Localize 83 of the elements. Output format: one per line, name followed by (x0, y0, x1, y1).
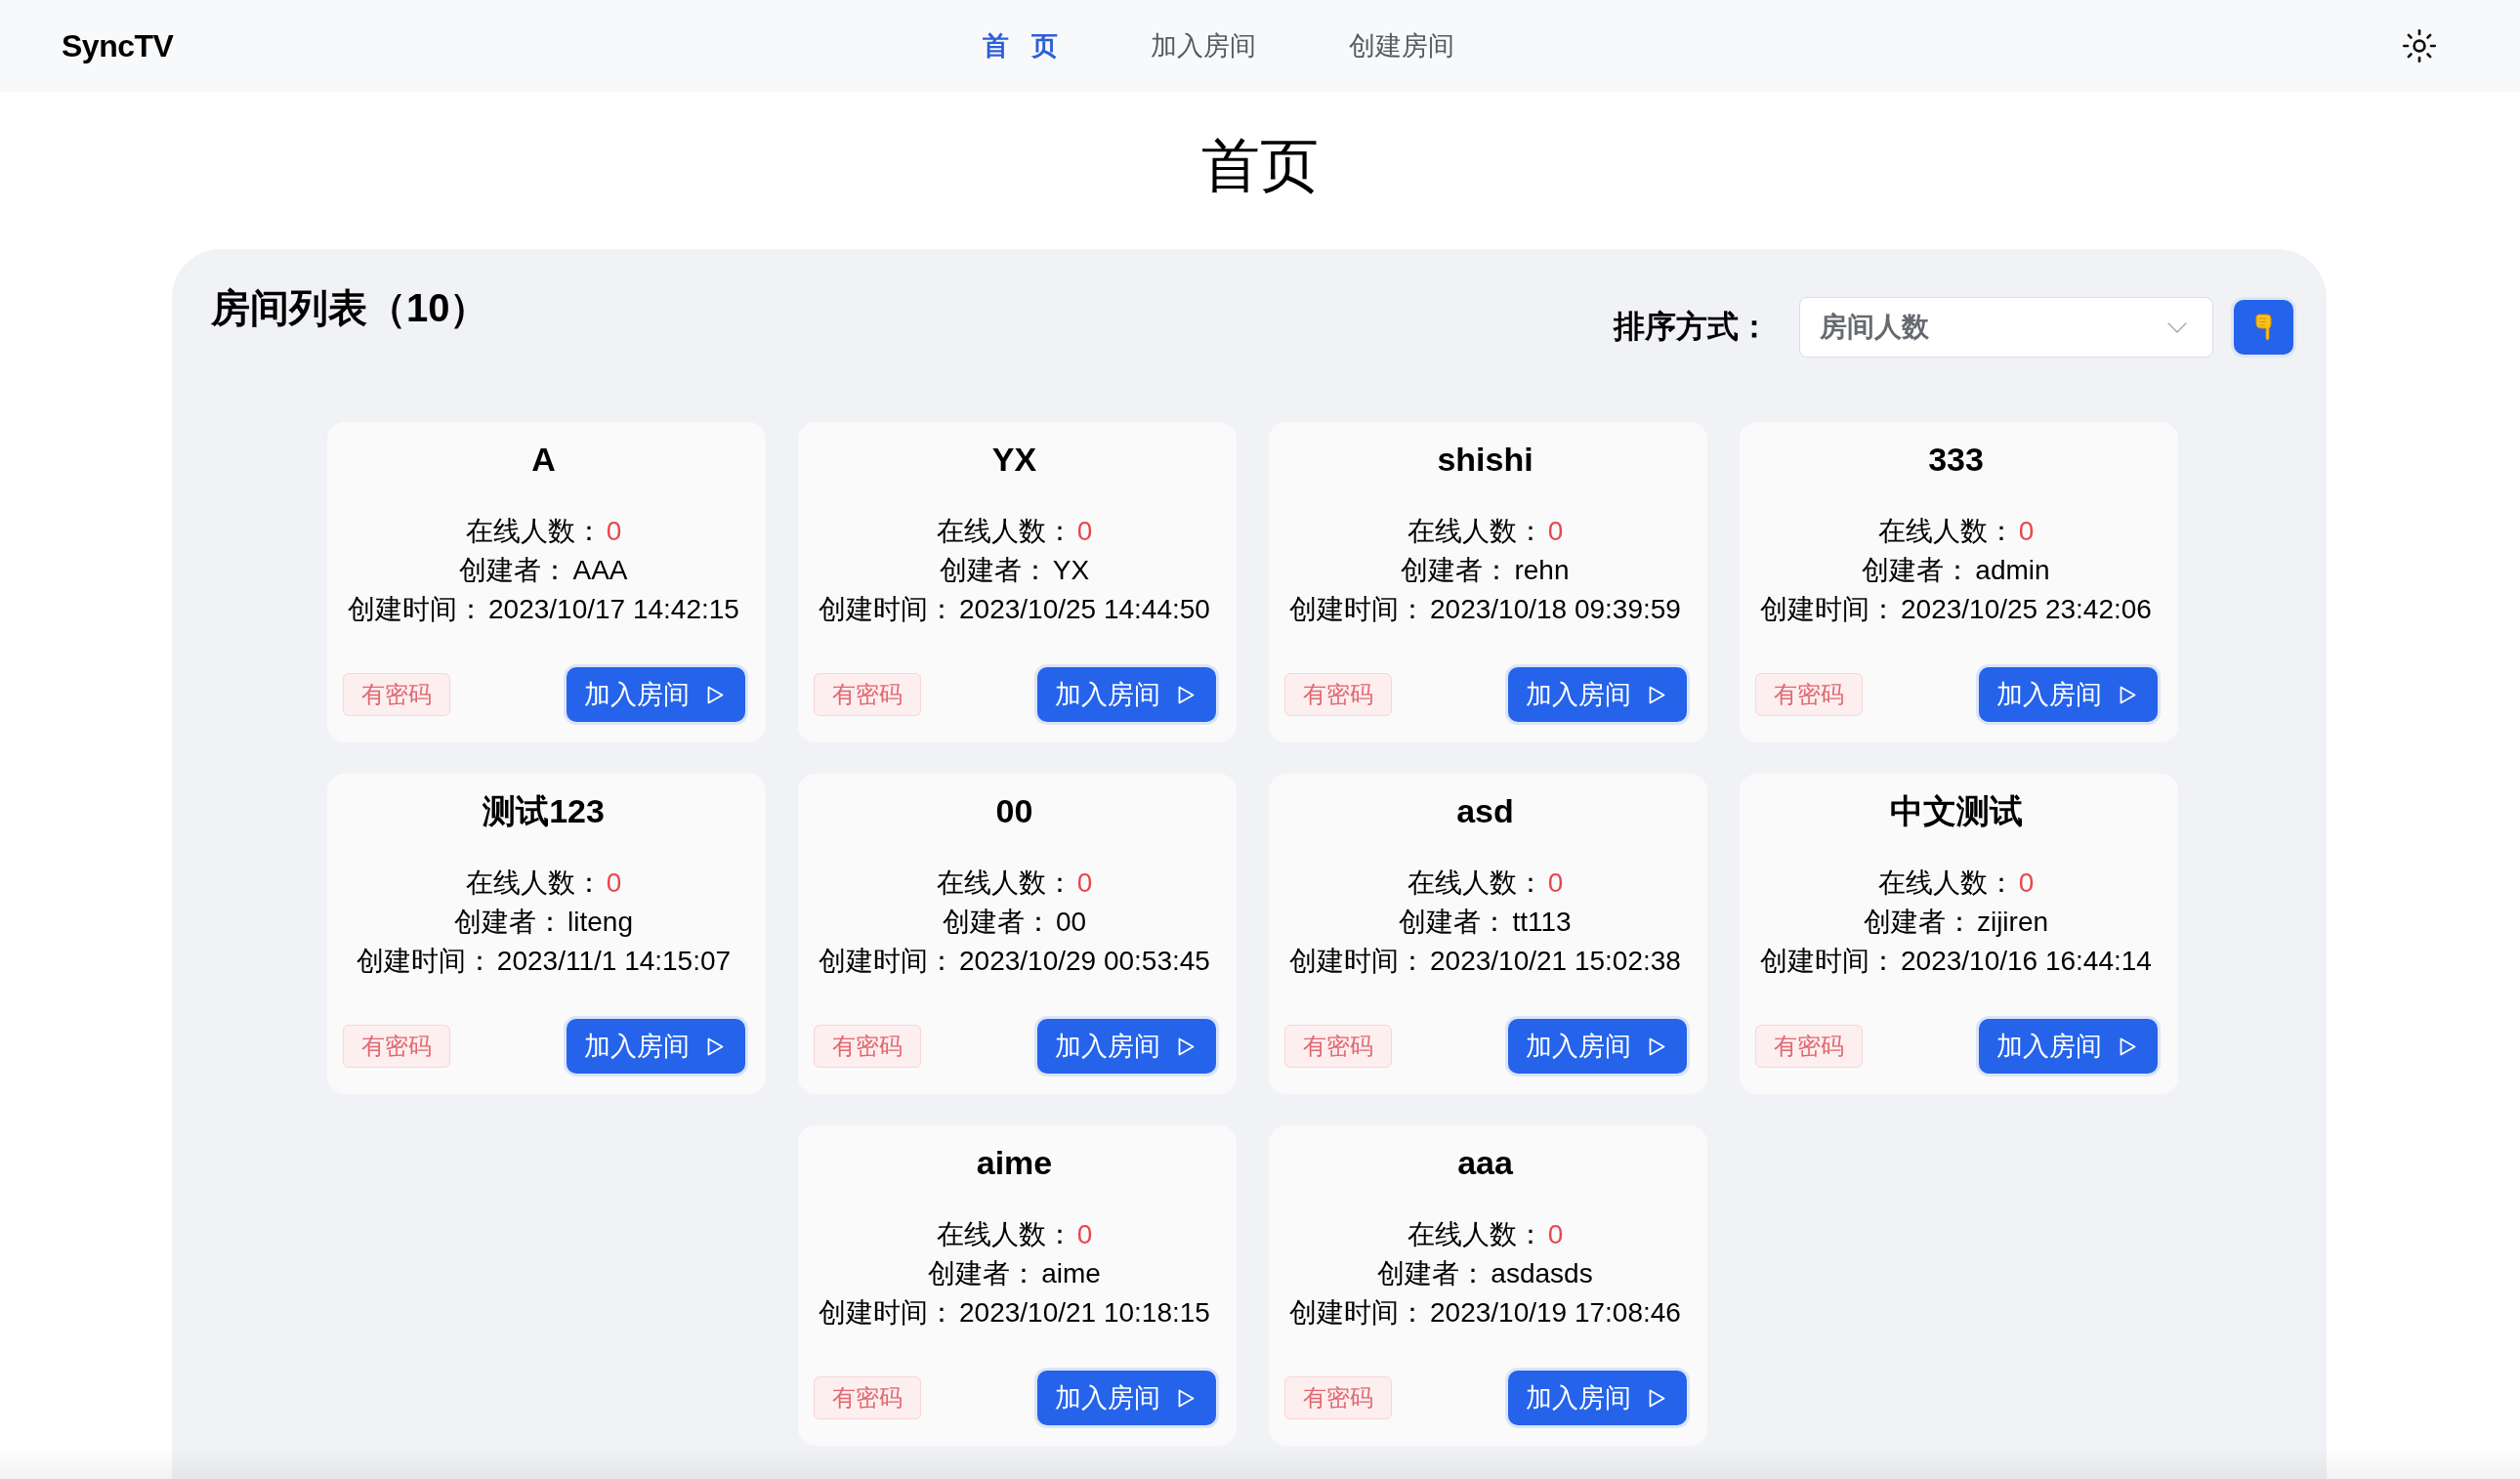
nav-link[interactable]: 首 页 (983, 28, 1058, 63)
creator-text: 创建者：00 (942, 906, 1087, 939)
online-count-text: 在线人数：0 (465, 866, 622, 900)
play-icon (1648, 1036, 1665, 1056)
join-room-button[interactable]: 加入房间 (1507, 667, 1687, 722)
play-icon (1648, 1388, 1665, 1408)
join-room-button[interactable]: 加入房间 (566, 1019, 745, 1074)
creator-text: 创建者：aime (928, 1257, 1101, 1290)
creator-text: 创建者：YX (939, 554, 1090, 587)
join-room-button[interactable]: 加入房间 (1507, 1371, 1687, 1425)
creator-text: 创建者：liteng (454, 906, 633, 939)
play-icon (1648, 685, 1665, 704)
room-name: 中文测试 (1889, 791, 2023, 831)
room-name: YX (991, 440, 1037, 480)
creator-text: 创建者：asdasds (1377, 1257, 1593, 1290)
join-room-button[interactable]: 加入房间 (566, 667, 745, 722)
room-name: aime (976, 1143, 1053, 1183)
play-icon (2119, 1036, 2136, 1056)
room-name: 333 (1928, 440, 1984, 480)
play-icon (1177, 1036, 1195, 1056)
password-tag: 有密码 (1754, 1025, 1863, 1068)
room-name: aaa (1457, 1143, 1513, 1183)
join-room-button[interactable]: 加入房间 (1978, 1019, 2158, 1074)
online-count-text: 在线人数：0 (936, 866, 1093, 900)
logo: SyncTV (62, 27, 174, 64)
sort-select[interactable]: 房间人数 (1799, 297, 2213, 358)
created-time-text: 创建时间：2023/10/19 17:08:46 (1289, 1296, 1681, 1330)
online-count-text: 在线人数：0 (465, 515, 622, 548)
password-tag: 有密码 (1283, 673, 1392, 716)
created-time-text: 创建时间：2023/10/25 23:42:06 (1760, 593, 2152, 626)
online-count-text: 在线人数：0 (936, 515, 1093, 548)
page-title: 首页 (1200, 132, 1320, 200)
creator-text: 创建者：tt113 (1399, 906, 1572, 939)
join-room-button[interactable]: 加入房间 (1978, 667, 2158, 722)
nav-link[interactable]: 加入房间 (1150, 28, 1256, 63)
created-time-text: 创建时间：2023/10/21 15:02:38 (1289, 945, 1681, 978)
join-room-button[interactable]: 加入房间 (1036, 667, 1216, 722)
created-time-text: 创建时间：2023/11/1 14:15:07 (356, 945, 732, 978)
password-tag: 有密码 (1283, 1376, 1392, 1419)
room-name: shishi (1437, 440, 1533, 480)
room-list-title: 房间列表（10） (211, 285, 489, 331)
password-tag: 有密码 (813, 673, 921, 716)
room-name: 测试123 (483, 791, 605, 831)
created-time-text: 创建时间：2023/10/16 16:44:14 (1760, 945, 2152, 978)
creator-text: 创建者：AAA (459, 554, 628, 587)
join-room-button[interactable]: 加入房间 (1507, 1019, 1687, 1074)
online-count-text: 在线人数：0 (1407, 1218, 1564, 1251)
creator-text: 创建者：admin (1862, 554, 2050, 587)
password-tag: 有密码 (342, 673, 450, 716)
password-tag: 有密码 (1283, 1025, 1392, 1068)
online-count-text: 在线人数：0 (936, 1218, 1093, 1251)
play-icon (2119, 685, 2136, 704)
password-tag: 有密码 (813, 1025, 921, 1068)
created-time-text: 创建时间：2023/10/17 14:42:15 (348, 593, 739, 626)
password-tag: 有密码 (1754, 673, 1863, 716)
pointing-hand-icon (2253, 314, 2274, 341)
play-icon (1177, 685, 1195, 704)
created-time-text: 创建时间：2023/10/29 00:53:45 (819, 945, 1210, 978)
sort-order-button[interactable] (2234, 300, 2293, 355)
creator-text: 创建者：rehn (1401, 554, 1570, 587)
play-icon (1177, 1388, 1195, 1408)
created-time-text: 创建时间：2023/10/25 14:44:50 (819, 593, 1210, 626)
room-name: A (531, 440, 556, 480)
creator-text: 创建者：zijiren (1863, 906, 2049, 939)
online-count-text: 在线人数：0 (1407, 866, 1564, 900)
join-room-button[interactable]: 加入房间 (1036, 1019, 1216, 1074)
join-room-button[interactable]: 加入房间 (1036, 1371, 1216, 1425)
sort-label: 排序方式： (1614, 308, 1770, 346)
sun-icon (2402, 28, 2437, 63)
nav-link[interactable]: 创建房间 (1348, 28, 1454, 63)
play-icon (706, 1036, 724, 1056)
play-icon (706, 685, 724, 704)
chevron-down-icon (2167, 321, 2187, 333)
theme-toggle-button[interactable] (2401, 27, 2438, 64)
online-count-text: 在线人数：0 (1877, 866, 2035, 900)
room-name: 00 (995, 791, 1033, 831)
created-time-text: 创建时间：2023/10/21 10:18:15 (819, 1296, 1210, 1330)
room-name: asd (1456, 791, 1514, 831)
password-tag: 有密码 (813, 1376, 921, 1419)
online-count-text: 在线人数：0 (1407, 515, 1564, 548)
online-count-text: 在线人数：0 (1877, 515, 2035, 548)
password-tag: 有密码 (342, 1025, 450, 1068)
created-time-text: 创建时间：2023/10/18 09:39:59 (1289, 593, 1681, 626)
